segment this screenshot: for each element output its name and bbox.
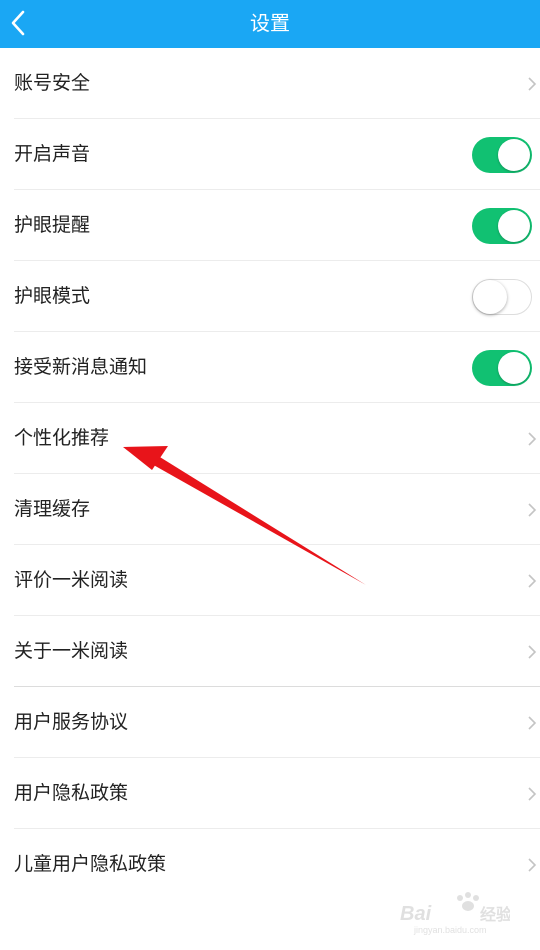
page-title: 设置 bbox=[250, 11, 290, 35]
settings-list: 账号安全 开启声音 护眼提醒 护眼模式 接受新消息通知 个性化推荐 清理缓存 评… bbox=[0, 48, 540, 900]
settings-row-label: 关于一米阅读 bbox=[14, 640, 129, 662]
settings-row-notifications[interactable]: 接受新消息通知 bbox=[0, 332, 540, 403]
settings-row-eye-reminder[interactable]: 护眼提醒 bbox=[0, 190, 540, 261]
svg-text:Bai: Bai bbox=[400, 903, 432, 925]
chevron-right-icon bbox=[528, 503, 537, 517]
watermark-url: jingyan.baidu.com bbox=[413, 925, 487, 935]
chevron-right-icon bbox=[528, 858, 537, 872]
chevron-right-icon bbox=[528, 77, 537, 91]
settings-row-clear-cache[interactable]: 清理缓存 bbox=[0, 474, 540, 545]
eye-mode-toggle[interactable] bbox=[472, 279, 532, 315]
settings-row-label: 评价一米阅读 bbox=[14, 569, 129, 591]
settings-row-label: 清理缓存 bbox=[14, 498, 91, 520]
settings-row-rate-app[interactable]: 评价一米阅读 bbox=[0, 545, 540, 616]
settings-row-label: 用户隐私政策 bbox=[14, 782, 129, 804]
settings-row-label: 儿童用户隐私政策 bbox=[14, 853, 167, 875]
settings-row-label: 护眼模式 bbox=[14, 285, 91, 307]
top-app-bar: 设置 bbox=[0, 0, 540, 48]
notifications-toggle[interactable] bbox=[472, 350, 532, 386]
svg-text:经验: 经验 bbox=[480, 905, 510, 924]
settings-row-terms-of-service[interactable]: 用户服务协议 bbox=[0, 687, 540, 758]
settings-row-label: 用户服务协议 bbox=[14, 711, 129, 733]
settings-page: 设置 账号安全 开启声音 护眼提醒 护眼模式 接受新消息通知 个性化推荐 清理缓… bbox=[0, 0, 540, 950]
toggle-knob bbox=[498, 210, 530, 242]
toggle-knob bbox=[498, 352, 530, 384]
toggle-knob bbox=[473, 280, 507, 314]
chevron-right-icon bbox=[528, 645, 537, 659]
chevron-right-icon bbox=[528, 716, 537, 730]
chevron-right-icon bbox=[528, 574, 537, 588]
chevron-right-icon bbox=[528, 432, 537, 446]
settings-row-label: 账号安全 bbox=[14, 72, 91, 94]
settings-row-label: 个性化推荐 bbox=[14, 427, 110, 449]
settings-row-eye-mode[interactable]: 护眼模式 bbox=[0, 261, 540, 332]
sound-toggle[interactable] bbox=[472, 137, 532, 173]
toggle-knob bbox=[498, 139, 530, 171]
eye-reminder-toggle[interactable] bbox=[472, 208, 532, 244]
chevron-right-icon bbox=[528, 787, 537, 801]
settings-row-privacy-policy[interactable]: 用户隐私政策 bbox=[0, 758, 540, 829]
settings-row-label: 开启声音 bbox=[14, 143, 91, 165]
settings-row-sound[interactable]: 开启声音 bbox=[0, 119, 540, 190]
settings-row-label: 护眼提醒 bbox=[14, 214, 91, 236]
settings-row-personalized-recommendation[interactable]: 个性化推荐 bbox=[0, 403, 540, 474]
settings-row-account-security[interactable]: 账号安全 bbox=[0, 48, 540, 119]
settings-row-about[interactable]: 关于一米阅读 bbox=[0, 616, 540, 687]
settings-row-label: 接受新消息通知 bbox=[14, 356, 148, 378]
baidu-jingyan-watermark: Bai 经验 jingyan.baidu.com bbox=[400, 892, 510, 935]
